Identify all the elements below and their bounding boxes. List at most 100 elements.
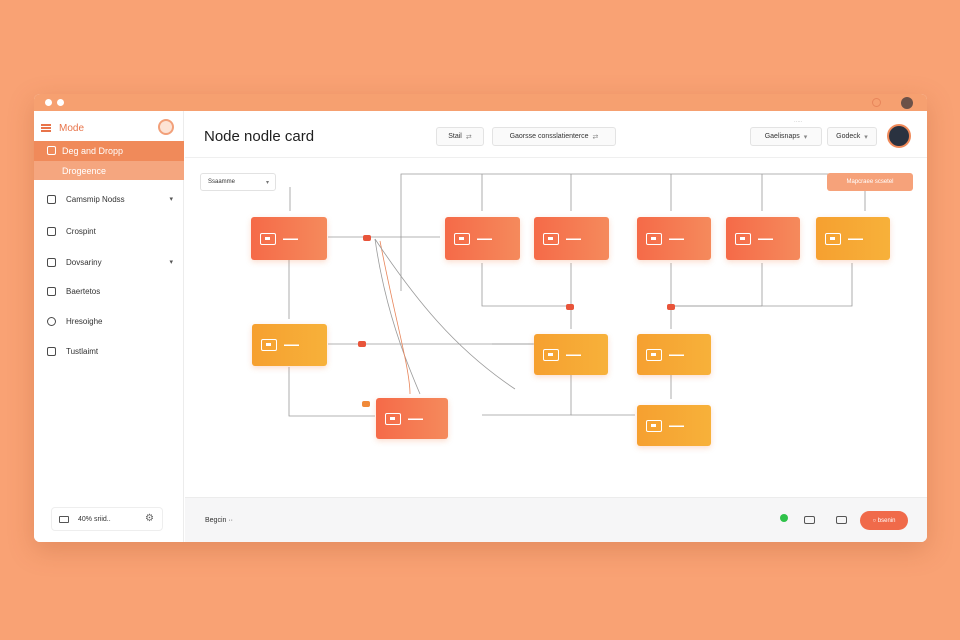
chevron-down-icon[interactable]: ▾ — [169, 258, 173, 266]
sidebar-item-label: Tustlaimt — [66, 346, 99, 356]
chevron-down-icon: ▾ — [803, 133, 808, 141]
move-icon — [47, 316, 56, 326]
header-caption: ····· — [794, 119, 803, 125]
hamburger-menu-icon[interactable] — [41, 124, 51, 132]
swap-icon: ⇄ — [592, 133, 599, 141]
folder-icon — [47, 257, 56, 267]
save-icon[interactable] — [836, 516, 847, 524]
list-icon — [47, 226, 56, 236]
dropdown-label: Godeck — [836, 133, 861, 140]
status-label: Begcin ·· — [205, 517, 234, 524]
chevron-down-icon[interactable]: ▾ — [169, 195, 173, 203]
button-label: ○ bsenin — [872, 517, 896, 524]
settings-circle-icon[interactable] — [872, 98, 881, 107]
swap-icon: ⇄ — [465, 133, 472, 141]
flow-node[interactable]: ▬▬▬ — [251, 217, 327, 260]
app-window: Mode Deg and Dropp Drogeence Camsmip Nod… — [34, 94, 927, 542]
connector-pin[interactable] — [363, 235, 371, 241]
sidebar-item-camsmip-nodss[interactable]: Camsmip Nodss ▾ — [47, 192, 173, 206]
flow-canvas[interactable]: Ssaamme ▾ Mapcraee scsetel ▬▬▬ ▬▬▬ ▬▬▬ ▬… — [185, 159, 927, 497]
flow-node[interactable]: ▬▬▬ — [376, 398, 448, 439]
dropdown-label: Gaelisnaps — [764, 133, 800, 140]
run-button[interactable]: ○ bsenin — [860, 511, 908, 530]
sidebar-item-label: Baertetos — [66, 286, 101, 296]
node-label: ▬▬▬ — [284, 342, 299, 348]
brand-name: Mode — [59, 122, 85, 134]
stail-button[interactable]: Stail ⇄ — [436, 127, 484, 146]
chevron-down-icon: ▾ — [864, 133, 868, 141]
sidebar-item-drogeence[interactable]: Drogeence — [34, 161, 184, 180]
window-dot-icon[interactable] — [57, 99, 64, 106]
sidebar-item-label: Dovsariny — [66, 257, 102, 267]
godeck-dropdown[interactable]: Godeck ▾ — [827, 127, 877, 146]
table-icon — [646, 419, 662, 432]
node-label: ▬▬▬ — [758, 235, 773, 242]
sidebar-item-hresoighe[interactable]: Hresoighe — [47, 314, 173, 328]
flow-node[interactable]: ▬▬▬ — [252, 324, 327, 366]
button-label: Stail — [448, 133, 462, 140]
button-label: Gaorsse consslatienterce — [509, 133, 589, 140]
node-label: ▬▬▬ — [283, 235, 298, 242]
gear-icon[interactable]: ⚙ — [145, 513, 154, 524]
image-icon — [261, 339, 277, 351]
flow-node[interactable]: ▬▬▬ — [534, 334, 608, 375]
sidebar-item-dovsariny[interactable]: Dovsariny ▾ — [47, 255, 173, 269]
node-label: ▬▬▬ — [669, 351, 684, 358]
folder-icon — [543, 348, 559, 361]
sidebar-item-crospint[interactable]: Crospint — [47, 224, 173, 238]
drag-icon — [47, 146, 56, 155]
main-header: Node nodle card Stail ⇄ Gaorsse consslat… — [185, 111, 927, 158]
active-section: Deg and Dropp Drogeence — [34, 141, 184, 180]
brand-badge-icon[interactable] — [158, 119, 174, 135]
lock-icon — [47, 346, 56, 356]
plus-icon — [646, 232, 662, 245]
flow-node[interactable]: ▬▬▬ — [726, 217, 800, 260]
user-avatar[interactable] — [901, 97, 913, 109]
flow-node[interactable]: ▬▬▬ — [445, 217, 520, 260]
sidebar-item-tustlaimt[interactable]: Tustlaimt — [47, 344, 173, 358]
connector-pin[interactable] — [358, 341, 366, 347]
sidebar: Mode Deg and Dropp Drogeence Camsmip Nod… — [34, 111, 184, 542]
connector-pin[interactable] — [667, 304, 675, 310]
camera-icon — [454, 232, 470, 245]
sidebar-item-label: Camsmip Nodss — [66, 194, 125, 204]
message-icon — [385, 412, 401, 425]
node-label: ▬▬▬ — [477, 235, 492, 242]
status-bar: Begcin ·· ○ bsenin — [185, 497, 927, 542]
node-label: ▬▬▬ — [566, 351, 581, 358]
sidebar-item-drag-and-drop[interactable]: Deg and Dropp — [34, 141, 184, 160]
gaelisnaps-dropdown[interactable]: Gaelisnaps ▾ — [750, 127, 822, 146]
node-label: ▬▬▬ — [669, 422, 684, 429]
map-action-button[interactable]: Mapcraee scsetel — [827, 173, 913, 191]
edit-icon — [735, 232, 751, 245]
sidebar-item-label: Deg and Dropp — [62, 145, 124, 156]
filter-label: Ssaamme — [208, 179, 236, 185]
flow-node[interactable]: ▬▬▬ — [637, 217, 711, 260]
card-icon — [543, 232, 559, 245]
storage-status[interactable]: 40% sriid.. ⚙ — [51, 507, 163, 531]
node-label: ▬▬▬ — [566, 235, 581, 242]
play-icon — [260, 232, 276, 245]
filter-dropdown[interactable]: Ssaamme ▾ — [200, 173, 276, 191]
node-label: ▬▬▬ — [408, 415, 423, 422]
image-icon — [59, 515, 69, 523]
consslatienterce-button[interactable]: Gaorsse consslatienterce ⇄ — [492, 127, 616, 146]
document-icon — [47, 286, 56, 296]
node-label: ▬▬▬ — [669, 235, 684, 242]
connector-pin[interactable] — [566, 304, 574, 310]
window-dot-icon[interactable] — [45, 99, 52, 106]
profile-avatar[interactable] — [887, 124, 911, 148]
grid-icon — [825, 232, 841, 245]
title-bar — [34, 94, 927, 111]
flow-node[interactable]: ▬▬▬ — [637, 334, 711, 375]
flow-node[interactable]: ▬▬▬ — [637, 405, 711, 446]
list-icon — [646, 348, 662, 361]
brand[interactable]: Mode — [41, 121, 84, 135]
connector-pin[interactable] — [362, 401, 370, 407]
sidebar-item-baertetos[interactable]: Baertetos — [47, 284, 173, 298]
flow-node[interactable]: ▬▬▬ — [816, 217, 890, 260]
folder-icon[interactable] — [804, 516, 815, 524]
online-status-icon — [780, 514, 788, 522]
button-label: Mapcraee scsetel — [846, 179, 894, 185]
flow-node[interactable]: ▬▬▬ — [534, 217, 609, 260]
